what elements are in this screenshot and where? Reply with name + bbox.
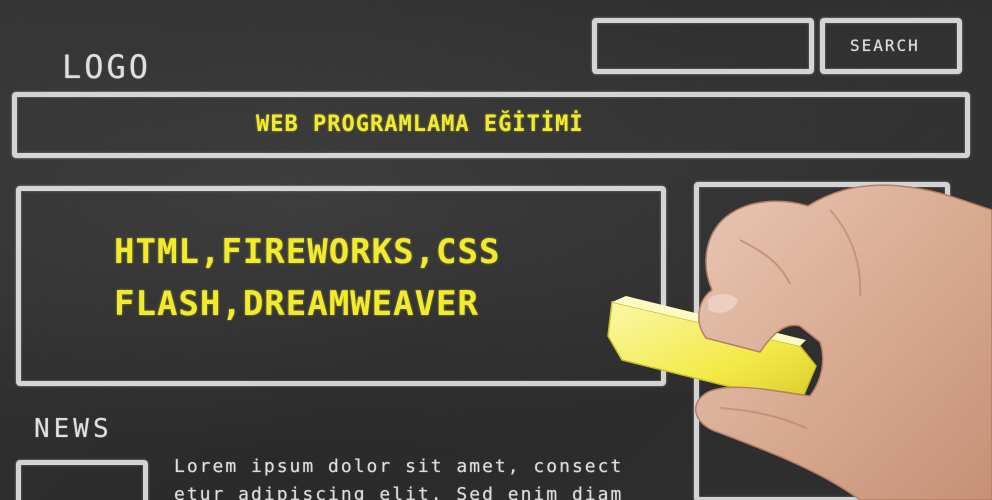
main-text-line-2: FLASH,DREAMWEAVER [114,284,479,324]
news-text-line-2: etur adipiscing elit. Sed enim diam [174,484,624,500]
main-text-line-1: HTML,FIREWORKS,CSS [114,232,501,272]
news-text-line-1: Lorem ipsum dolor sit amet, consect [174,456,624,477]
news-thumbnail [16,460,148,500]
search-button-label: SEARCH [850,36,920,55]
logo: LOGO [62,48,152,86]
search-input[interactable] [592,18,814,74]
chalkboard: SEARCH LOGO WEB PROGRAMLAMA EĞİTİMİ HTML… [0,0,992,500]
nav-title: WEB PROGRAMLAMA EĞİTİMİ [256,112,584,137]
news-heading: NEWS [34,414,113,444]
sidebar-box [694,182,950,500]
